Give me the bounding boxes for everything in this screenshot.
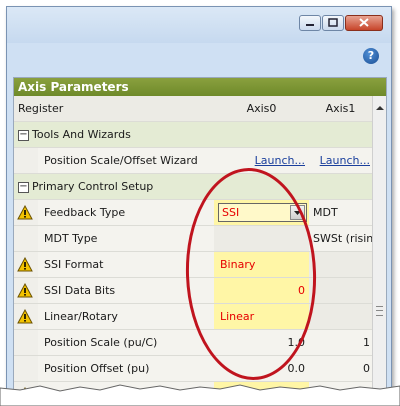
axis1-value <box>309 304 372 329</box>
parameter-grid: Register Axis0 Axis1 − Tools And Wizards … <box>14 96 372 399</box>
dropdown-value: SSI <box>222 206 240 219</box>
axis0-value[interactable]: 1.0 <box>214 330 309 355</box>
scroll-grip-icon[interactable] <box>376 306 383 316</box>
minimize-button[interactable] <box>299 15 321 31</box>
minimize-icon <box>305 17 315 30</box>
axis0-value[interactable]: 0.0 <box>214 356 309 381</box>
maximize-icon <box>328 17 338 30</box>
close-icon <box>359 17 369 30</box>
maximize-button[interactable] <box>322 15 344 31</box>
table-row: MDT Type SWSt (rising) <box>14 226 372 252</box>
axis1-value <box>309 252 372 277</box>
column-header-axis1[interactable]: Axis1 <box>309 96 372 121</box>
row-label: SSI Format <box>44 258 104 271</box>
axis1-value[interactable]: MDT <box>309 200 372 225</box>
launch-link-axis1[interactable]: Launch... <box>320 154 370 167</box>
group-primary-control-setup[interactable]: − Primary Control Setup <box>14 174 372 200</box>
feedback-type-dropdown[interactable]: SSI <box>218 203 307 222</box>
axis0-value <box>214 226 309 251</box>
title-bar <box>7 7 391 43</box>
row-label: Linear/Rotary <box>44 310 118 323</box>
table-row: SSI Data Bits 0 <box>14 278 372 304</box>
application-window: ? Axis Parameters Register Axis0 Axis1 −… <box>6 6 392 400</box>
table-row: Feedback Type SSI MDT <box>14 200 372 226</box>
chevron-down-icon[interactable] <box>290 205 305 220</box>
axis1-value[interactable]: 0 <box>309 356 372 381</box>
row-label: Position Scale (pu/C) <box>44 336 158 349</box>
table-row: Position Scale (pu/C) 1.0 1 <box>14 330 372 356</box>
table-row: Position Offset (pu) 0.0 0 <box>14 356 372 382</box>
vertical-scrollbar[interactable] <box>372 96 386 399</box>
axis-parameters-panel: Axis Parameters Register Axis0 Axis1 − To… <box>13 77 387 399</box>
window-controls <box>298 15 383 31</box>
row-label: MDT Type <box>44 232 98 245</box>
axis1-value[interactable]: SWSt (rising) <box>309 226 372 251</box>
row-label: Position Offset (pu) <box>44 362 150 375</box>
axis1-value <box>309 278 372 303</box>
row-label: SSI Data Bits <box>44 284 116 297</box>
axis0-value[interactable]: Linear <box>214 304 309 329</box>
group-label: Primary Control Setup <box>32 180 154 193</box>
axis0-value[interactable]: 0 <box>214 278 309 303</box>
collapse-icon[interactable]: − <box>18 129 29 141</box>
close-button[interactable] <box>345 15 383 31</box>
column-header-row: Register Axis0 Axis1 <box>14 96 372 122</box>
axis0-value[interactable]: Binary <box>214 252 309 277</box>
torn-edge <box>0 384 400 406</box>
scroll-up-icon[interactable] <box>376 101 384 114</box>
group-label: Tools And Wizards <box>32 128 131 141</box>
group-tools-and-wizards[interactable]: − Tools And Wizards <box>14 122 372 148</box>
axis1-value[interactable]: 1 <box>309 330 372 355</box>
table-row: Linear/Rotary Linear <box>14 304 372 330</box>
panel-title: Axis Parameters <box>14 78 386 96</box>
help-icon[interactable]: ? <box>363 48 379 64</box>
row-label: Feedback Type <box>44 206 126 219</box>
column-header-axis0[interactable]: Axis0 <box>214 96 309 121</box>
table-row: SSI Format Binary <box>14 252 372 278</box>
table-row: Position Scale/Offset Wizard Launch... L… <box>14 148 372 174</box>
column-header-register[interactable]: Register <box>14 96 214 121</box>
row-label: Position Scale/Offset Wizard <box>44 154 198 167</box>
collapse-icon[interactable]: − <box>18 181 29 193</box>
launch-link-axis0[interactable]: Launch... <box>255 154 305 167</box>
